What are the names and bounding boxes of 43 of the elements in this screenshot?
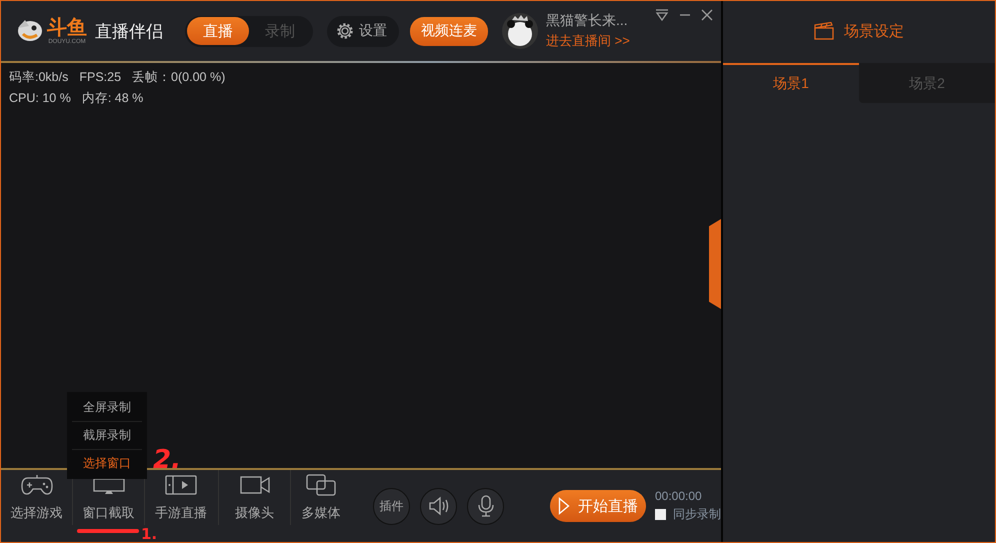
annotation-underline (77, 529, 139, 533)
toolbar-button[interactable]: 摄像头 (218, 470, 291, 525)
speaker-icon (428, 496, 450, 516)
collapse-handle[interactable] (709, 219, 721, 309)
dropdown-icon[interactable] (655, 9, 669, 21)
start-live-button[interactable]: 开始直播 (550, 490, 646, 522)
panel-title: 场景设定 (844, 22, 904, 40)
annotation-text: 2. (153, 447, 181, 473)
stat-text: 内存: 48 % (82, 90, 144, 107)
user-name: 黑猫警长来... (546, 12, 629, 30)
play-icon (558, 497, 570, 515)
close-icon[interactable] (701, 9, 713, 21)
toolbar-button[interactable]: 窗口截取 (73, 470, 145, 525)
toolbar-button[interactable]: 选择游戏 (1, 470, 73, 525)
settings-icon (336, 22, 354, 40)
checkbox-label: 同步录制 (673, 506, 721, 523)
phone-play-icon (165, 474, 197, 496)
menu-item[interactable]: 全屏录制 (72, 394, 142, 422)
enter-room-link[interactable]: 进去直播间 >> (546, 32, 630, 50)
microphone-icon (478, 495, 494, 517)
toolbar-button[interactable]: 多媒体 (291, 470, 351, 525)
menu-item[interactable]: 截屏录制 (72, 422, 142, 450)
speaker-button[interactable] (420, 488, 457, 524)
stat-text: FPS:25 (79, 69, 122, 86)
app-title: 直播伴侣 (95, 20, 163, 42)
microphone-button[interactable] (467, 488, 504, 524)
stat-text: 丢帧：0(0.00 %) (132, 69, 226, 86)
toolbar-button[interactable]: 手游直播 (145, 470, 217, 525)
video-link-button[interactable]: 视频连麦 (410, 16, 488, 46)
video-camera-icon (240, 474, 270, 496)
checkbox[interactable] (655, 509, 666, 520)
clapperboard-icon (814, 22, 834, 40)
mode-tab[interactable]: 直播 (187, 17, 249, 45)
brand-name: 斗鱼 (47, 18, 87, 38)
stat-text: 码率:0kb/s (9, 69, 68, 86)
avatar (502, 13, 538, 49)
stat-text: CPU: 10 % (9, 90, 71, 107)
timer-text: 00:00:00 (655, 489, 703, 503)
plugin-button[interactable]: 插件 (373, 488, 410, 524)
annotation-text: 1. (141, 527, 158, 542)
overlapping-squares-icon (306, 474, 336, 496)
settings-button[interactable]: 设置 (327, 16, 399, 46)
gamepad-icon (20, 474, 54, 496)
